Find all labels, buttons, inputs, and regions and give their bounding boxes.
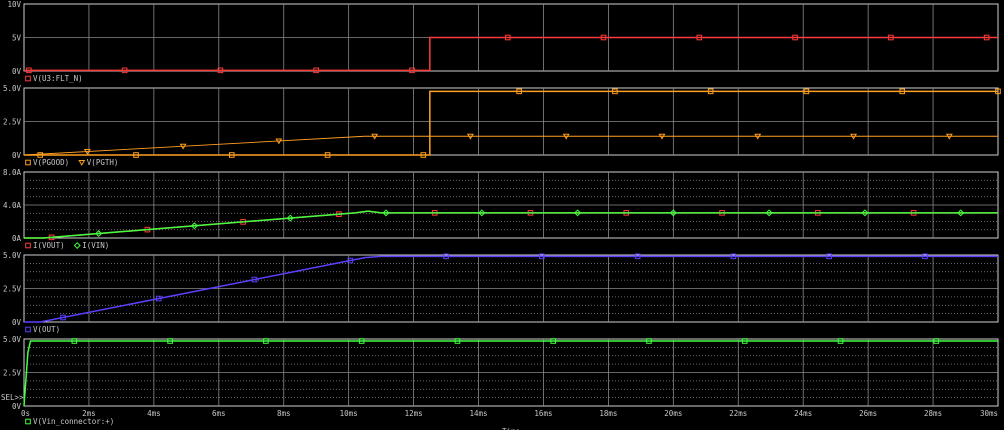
y-tick-label: 5.0V — [3, 251, 22, 260]
x-tick-label: 26ms — [859, 409, 877, 418]
x-tick-label: 14ms — [470, 409, 488, 418]
series-line-V(PGOOD)[interactable] — [24, 90, 998, 156]
x-tick-label: 20ms — [664, 409, 682, 418]
y-tick-label: 5V — [12, 34, 22, 43]
x-tick-label: 24ms — [794, 409, 812, 418]
x-tick-label: 6ms — [212, 409, 226, 418]
probe-waveform-chart: 0V 5V 10V V(U3:FLT_N) 0V 2.5V 5.0V V(PGOOD) V(PG… — [1, 0, 1001, 430]
y-tick-label: 2.5V — [3, 285, 22, 294]
legend-marker — [25, 75, 31, 82]
x-tick-label: 18ms — [599, 409, 617, 418]
x-tick-label: 22ms — [729, 409, 747, 418]
y-tick-label: 5.0V — [3, 335, 22, 344]
legend-marker — [25, 242, 31, 249]
legend-marker — [78, 160, 86, 166]
y-tick-label: 8.0A — [3, 168, 22, 177]
y-tick-label: 2.5V — [3, 369, 22, 378]
y-tick-label: 0V — [12, 318, 22, 327]
legend-label: I(VOUT) — [33, 241, 65, 250]
x-tick-label: 0s — [21, 409, 30, 418]
x-tick-label: 4ms — [147, 409, 161, 418]
x-tick-label: 12ms — [405, 409, 423, 418]
series-line-I(VOUT)[interactable] — [24, 210, 998, 239]
legend-label: V(OUT) — [33, 325, 60, 334]
sel-indicator: SEL>> — [1, 393, 24, 402]
y-tick-label: 5.0V — [3, 84, 22, 93]
x-tick-label: 16ms — [534, 409, 552, 418]
y-tick-label: 0V — [12, 151, 22, 160]
legend-marker — [25, 159, 31, 166]
legend-label: V(PGOOD) — [33, 158, 69, 167]
legend-marker — [25, 418, 31, 425]
series-line-V(PGTH)[interactable] — [23, 135, 998, 156]
legend-label: V(PGTH) — [87, 158, 119, 167]
x-tick-label: 28ms — [924, 409, 942, 418]
y-tick-label: 10V — [7, 0, 21, 9]
x-tick-label: 30ms — [980, 409, 998, 418]
legend-label: V(U3:FLT_N) — [33, 74, 83, 83]
legend-marker — [25, 326, 31, 333]
y-tick-label: 4.0A — [3, 201, 22, 210]
x-tick-label: 10ms — [340, 409, 358, 418]
series-line-I(VIN)[interactable] — [24, 210, 998, 239]
y-tick-label: 2.5V — [3, 118, 22, 127]
x-tick-label: 8ms — [277, 409, 291, 418]
series-line-V(OUT)[interactable] — [24, 255, 998, 323]
y-tick-label: 0A — [12, 234, 22, 243]
series-line-V(U3:FLT_N)[interactable] — [24, 36, 998, 72]
series-line-V(Vin_connector:+)[interactable] — [23, 340, 998, 407]
x-tick-label: 2ms — [82, 409, 96, 418]
legend-label: I(VIN) — [82, 241, 109, 250]
y-tick-label: 0V — [12, 67, 22, 76]
legend-marker — [73, 241, 81, 250]
legend-label: V(Vin_connector:+) — [33, 417, 114, 426]
